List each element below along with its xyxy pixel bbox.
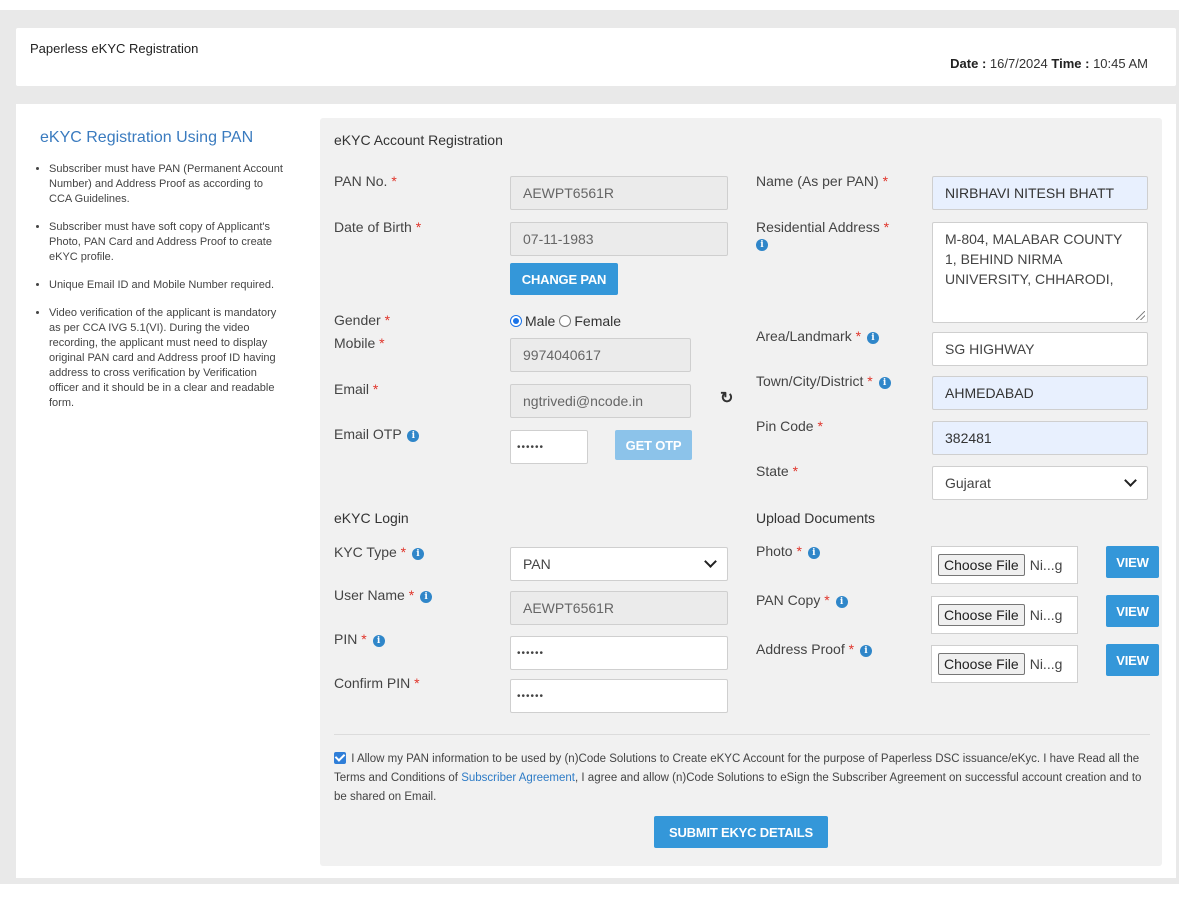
refresh-icon[interactable]: ↻ bbox=[720, 388, 733, 408]
pin-field[interactable]: •••••• bbox=[510, 636, 728, 670]
info-icon: i bbox=[878, 377, 891, 389]
mobile-label: Mobile * bbox=[334, 335, 385, 351]
section-title-uploads: Upload Documents bbox=[756, 510, 876, 526]
gender-male-radio[interactable] bbox=[510, 315, 522, 327]
info-icon: i bbox=[407, 430, 420, 442]
pin-label: PIN * i bbox=[334, 631, 385, 647]
list-item: Subscriber must have soft copy of Applic… bbox=[49, 220, 288, 265]
info-icon: i bbox=[372, 635, 385, 647]
confirm-pin-field[interactable]: •••••• bbox=[510, 679, 728, 713]
dob-label: Date of Birth * bbox=[334, 219, 422, 235]
email-otp-label: Email OTP i bbox=[334, 426, 420, 442]
file-name: Ni...g bbox=[1029, 557, 1063, 573]
view-pan-copy-button[interactable]: VIEW bbox=[1106, 595, 1159, 627]
sidebar-title: eKYC Registration Using PAN bbox=[40, 129, 254, 146]
subscriber-agreement-link[interactable]: Subscriber Agreement bbox=[461, 772, 575, 784]
info-icon: i bbox=[807, 547, 820, 559]
list-item: Unique Email ID and Mobile Number requir… bbox=[49, 278, 288, 293]
area-label: Area/Landmark * i bbox=[756, 328, 879, 344]
email-otp-field[interactable]: •••••• bbox=[510, 430, 588, 464]
mobile-field[interactable]: 9974040617 bbox=[510, 338, 691, 372]
residential-address-field[interactable]: M-804, MALABAR COUNTY 1, BEHIND NIRMA UN… bbox=[932, 222, 1148, 323]
dob-field[interactable]: 07-11-1983 bbox=[510, 222, 728, 256]
choose-file-button[interactable]: Choose File bbox=[938, 653, 1025, 675]
choose-file-button[interactable]: Choose File bbox=[938, 554, 1025, 576]
state-value: Gujarat bbox=[945, 475, 991, 491]
gender-male-label: Male bbox=[525, 313, 556, 329]
pan-copy-label: PAN Copy * i bbox=[756, 592, 848, 608]
chevron-down-icon bbox=[704, 555, 717, 568]
info-icon: i bbox=[412, 548, 425, 560]
date-label: Date : bbox=[950, 56, 987, 71]
submit-ekyc-button[interactable]: SUBMIT EKYC DETAILS bbox=[654, 816, 828, 848]
address-proof-label: Address Proof * i bbox=[756, 641, 872, 657]
kyc-type-select[interactable]: PAN bbox=[510, 547, 728, 581]
kyc-type-label: KYC Type * i bbox=[334, 544, 425, 560]
photo-label: Photo * i bbox=[756, 543, 820, 559]
pan-copy-file-input[interactable]: Choose File Ni...g bbox=[931, 596, 1078, 634]
username-field[interactable]: AEWPT6561R bbox=[510, 591, 728, 625]
file-name: Ni...g bbox=[1029, 656, 1063, 672]
gender-female-radio[interactable] bbox=[559, 315, 572, 327]
resize-handle[interactable] bbox=[1136, 311, 1145, 320]
get-otp-button[interactable]: GET OTP bbox=[615, 430, 692, 460]
agreement-checkbox[interactable] bbox=[334, 752, 346, 764]
gender-radio-group: Male Female bbox=[510, 313, 621, 329]
main-content: eKYC Registration Using PAN Subscriber m… bbox=[16, 104, 1176, 878]
email-label: Email * bbox=[334, 381, 379, 397]
city-field[interactable]: AHMEDABAD bbox=[932, 376, 1148, 410]
choose-file-button[interactable]: Choose File bbox=[938, 604, 1025, 626]
time-value: 10:45 AM bbox=[1093, 56, 1148, 71]
section-title-login: eKYC Login bbox=[334, 510, 409, 526]
username-label: User Name * i bbox=[334, 587, 433, 603]
area-field[interactable]: SG HIGHWAY bbox=[932, 332, 1148, 366]
city-label: Town/City/District * i bbox=[756, 373, 891, 389]
chevron-down-icon bbox=[1124, 474, 1137, 487]
page-title: Paperless eKYC Registration bbox=[30, 41, 199, 56]
gender-label: Gender * bbox=[334, 312, 391, 328]
view-address-proof-button[interactable]: VIEW bbox=[1106, 644, 1159, 676]
name-field[interactable]: NIRBHAVI NITESH BHATT bbox=[932, 176, 1148, 210]
name-label: Name (As per PAN) * bbox=[756, 173, 889, 189]
list-item: Subscriber must have PAN (Permanent Acco… bbox=[49, 162, 288, 207]
pin-code-label: Pin Code * bbox=[756, 418, 823, 434]
pan-field[interactable]: AEWPT6561R bbox=[510, 176, 728, 210]
view-photo-button[interactable]: VIEW bbox=[1106, 546, 1159, 578]
file-name: Ni...g bbox=[1029, 607, 1063, 623]
divider bbox=[334, 734, 1150, 735]
pan-label: PAN No. * bbox=[334, 173, 397, 189]
state-select[interactable]: Gujarat bbox=[932, 466, 1148, 500]
confirm-pin-label: Confirm PIN * bbox=[334, 675, 420, 691]
pin-code-field[interactable]: 382481 bbox=[932, 421, 1148, 455]
info-icon: i bbox=[420, 591, 433, 603]
change-pan-button[interactable]: CHANGE PAN bbox=[510, 263, 618, 295]
bottom-strip bbox=[0, 884, 1179, 899]
time-label: Time : bbox=[1051, 56, 1090, 71]
date-value: 16/7/2024 bbox=[989, 56, 1048, 71]
residential-address-label: Residential Address * i bbox=[756, 219, 890, 251]
list-item: Video verification of the applicant is m… bbox=[49, 306, 288, 411]
date-time: Date : 16/7/2024 Time : 10:45 AM bbox=[950, 56, 1148, 71]
state-label: State * bbox=[756, 463, 799, 479]
info-icon: i bbox=[859, 645, 872, 657]
info-icon: i bbox=[756, 239, 768, 251]
requirements-list: Subscriber must have PAN (Permanent Acco… bbox=[30, 162, 288, 424]
address-proof-file-input[interactable]: Choose File Ni...g bbox=[931, 645, 1078, 683]
info-icon: i bbox=[835, 596, 848, 608]
registration-form: eKYC Account Registration PAN No. * AEWP… bbox=[320, 118, 1162, 866]
top-strip bbox=[0, 0, 1179, 10]
agreement-text: I Allow my PAN information to be used by… bbox=[334, 752, 1142, 803]
gender-female-label: Female bbox=[574, 313, 622, 329]
kyc-type-value: PAN bbox=[523, 556, 551, 572]
email-field[interactable]: ngtrivedi@ncode.in bbox=[510, 384, 691, 418]
page-header: Paperless eKYC Registration Date : 16/7/… bbox=[16, 28, 1176, 86]
photo-file-input[interactable]: Choose File Ni...g bbox=[931, 546, 1078, 584]
info-icon: i bbox=[866, 332, 879, 344]
section-title-account: eKYC Account Registration bbox=[334, 132, 503, 148]
